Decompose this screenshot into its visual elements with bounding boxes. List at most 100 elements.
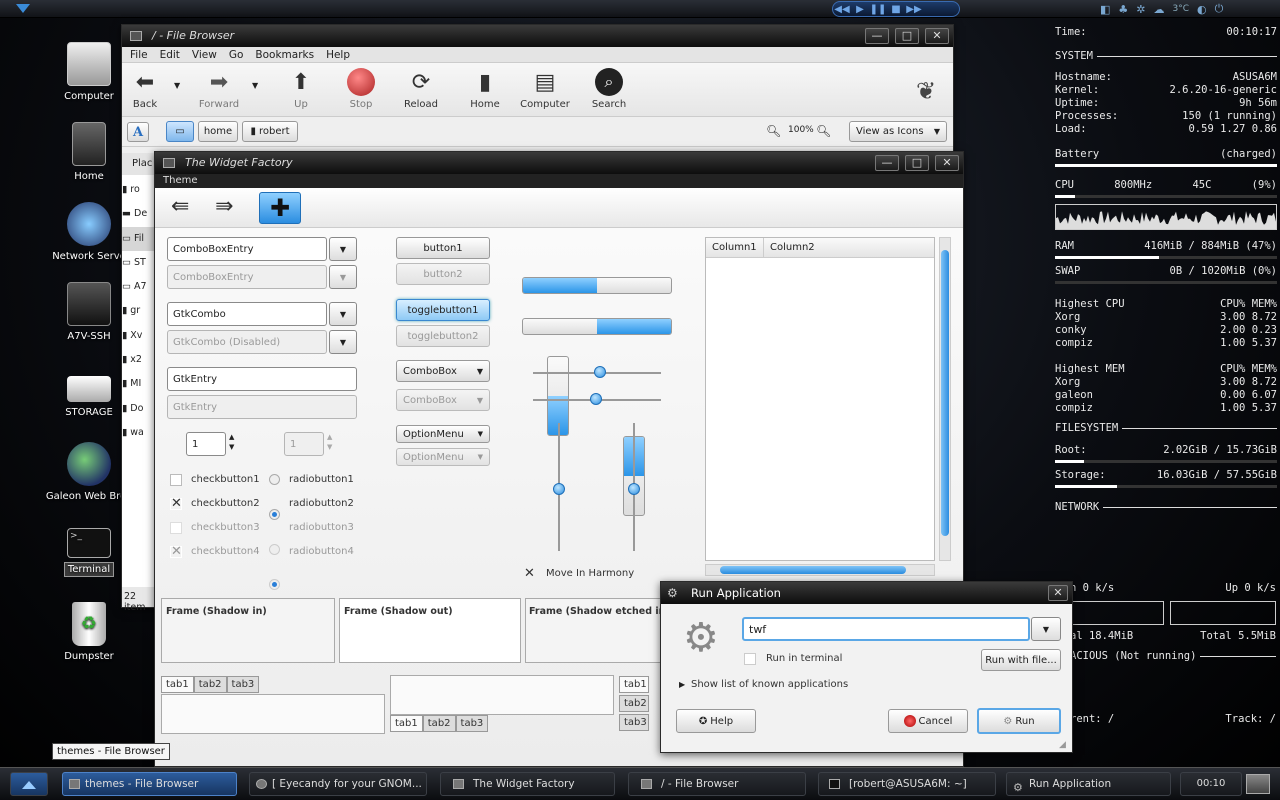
menu-theme[interactable]: Theme: [155, 174, 963, 188]
add-icon[interactable]: ✚: [259, 192, 301, 224]
forward-arrow-icon[interactable]: ⇛: [215, 194, 233, 219]
up-button[interactable]: ⬆ Up: [274, 67, 328, 111]
network-tray-icon[interactable]: ◧: [1100, 3, 1110, 16]
minimize-button[interactable]: —: [865, 28, 889, 44]
gtkentry-field[interactable]: GtkEntry: [167, 367, 357, 391]
place-item[interactable]: ▮ ro: [122, 178, 154, 202]
tab3[interactable]: tab3: [619, 714, 649, 731]
forward-dropdown-icon[interactable]: ▼: [252, 81, 258, 90]
place-item[interactable]: ▭ Fil: [122, 226, 154, 251]
path-root-button[interactable]: ▭: [166, 121, 194, 142]
column2-header[interactable]: Column2: [764, 238, 815, 257]
stop-button[interactable]: Stop: [334, 67, 388, 110]
back-arrow-icon[interactable]: ⇚: [171, 194, 189, 219]
desktop-icon-trash[interactable]: ♻ Dumpster: [41, 602, 137, 663]
close-button[interactable]: ✕: [925, 28, 949, 44]
vscroll-thumb[interactable]: [941, 250, 949, 536]
place-item[interactable]: ▮ wa: [122, 421, 154, 445]
place-item[interactable]: ▮ MI: [122, 372, 154, 396]
forward-button[interactable]: ➡ Forward: [192, 67, 246, 111]
back-button[interactable]: ⬅ Back: [118, 67, 172, 111]
maximize-button[interactable]: □: [895, 28, 919, 44]
place-item[interactable]: ▬ De: [122, 202, 154, 226]
task-terminal[interactable]: [robert@ASUSA6M: ~]: [818, 772, 996, 796]
play-icon[interactable]: ▶: [851, 4, 869, 15]
run-in-terminal-checkbox[interactable]: [744, 653, 756, 665]
resize-grip-icon[interactable]: ◢: [1059, 740, 1066, 750]
task-run-application[interactable]: ⚙ Run Application: [1006, 772, 1171, 796]
hscale-1-knob[interactable]: [594, 366, 606, 378]
maximize-button[interactable]: □: [905, 155, 929, 171]
command-input[interactable]: twf: [742, 617, 1030, 641]
gtkcombo-dropdown[interactable]: ▼: [329, 302, 357, 326]
togglebutton1[interactable]: togglebutton1: [396, 299, 490, 321]
menu-help[interactable]: Help: [326, 47, 350, 62]
clock[interactable]: 00:10: [1180, 772, 1242, 796]
place-item[interactable]: ▮ gr: [122, 299, 154, 323]
path-home-button[interactable]: home: [198, 121, 238, 142]
comboboxentry-field[interactable]: ComboBoxEntry: [167, 237, 327, 261]
column1-header[interactable]: Column1: [706, 238, 764, 257]
file-browser-titlebar[interactable]: / - File Browser — □ ✕: [122, 25, 953, 47]
treeview[interactable]: Column1 Column2: [705, 237, 935, 561]
tab2[interactable]: tab2: [422, 715, 456, 732]
harmony-check-icon[interactable]: ✕: [524, 566, 535, 581]
power-icon[interactable]: ⏻: [1215, 2, 1224, 16]
combobox[interactable]: ComboBox ▼: [396, 360, 490, 382]
vscale-1-knob[interactable]: [553, 483, 565, 495]
expander-arrow-icon[interactable]: ▶: [679, 680, 685, 689]
minimize-button[interactable]: —: [875, 155, 899, 171]
pause-icon[interactable]: ❚❚: [869, 4, 887, 15]
tab1[interactable]: tab1: [161, 676, 194, 693]
comboboxentry-dropdown[interactable]: ▼: [329, 237, 357, 261]
path-robert-button[interactable]: ▮ robert: [242, 121, 298, 142]
vscale-2-knob[interactable]: [628, 483, 640, 495]
gtkcombo-field[interactable]: GtkCombo: [167, 302, 327, 326]
command-history-dropdown[interactable]: ▼: [1031, 617, 1061, 641]
zoom-in-icon[interactable]: 🔍︎: [816, 124, 831, 138]
tree-hscrollbar[interactable]: [705, 564, 935, 576]
optionmenu[interactable]: OptionMenu ▼: [396, 425, 490, 443]
radiobutton1-dot[interactable]: [269, 474, 280, 485]
hscale-2-knob[interactable]: [590, 393, 602, 405]
media-controls[interactable]: ◀◀ ▶ ❚❚ ■ ▶▶: [832, 1, 960, 17]
place-item[interactable]: ▮ Do: [122, 397, 154, 421]
reload-button[interactable]: ⟳ Reload: [394, 67, 448, 111]
spin-button[interactable]: 1: [186, 432, 226, 456]
tab2[interactable]: tab2: [619, 695, 649, 712]
close-button[interactable]: ✕: [935, 155, 959, 171]
back-dropdown-icon[interactable]: ▼: [174, 81, 180, 90]
task-eyecandy[interactable]: [ Eyecandy for your GNOM...: [249, 772, 427, 796]
menu-edit[interactable]: Edit: [160, 47, 180, 62]
view-mode-select[interactable]: View as Icons ▼: [849, 121, 947, 142]
next-icon[interactable]: ▶▶: [905, 4, 923, 15]
run-button[interactable]: ⚙ Run: [977, 708, 1061, 734]
show-known-apps-expander[interactable]: Show list of known applications: [691, 679, 848, 690]
home-button[interactable]: ▮ Home: [458, 67, 512, 111]
task-widget-factory[interactable]: The Widget Factory: [440, 772, 615, 796]
show-desktop-button[interactable]: [10, 772, 48, 796]
place-item[interactable]: ▮ x2: [122, 348, 154, 372]
tab3[interactable]: tab3: [455, 715, 489, 732]
place-item[interactable]: ▭ ST: [122, 251, 154, 275]
spin-arrows-icon[interactable]: ▲ ▼: [229, 432, 234, 452]
stop-icon[interactable]: ■: [887, 4, 905, 15]
run-with-file-button[interactable]: Run with file...: [981, 649, 1061, 671]
task-file-browser[interactable]: / - File Browser: [628, 772, 806, 796]
cancel-button[interactable]: Cancel: [888, 709, 968, 733]
workspace-switcher-icon[interactable]: [1246, 774, 1270, 794]
update-tray-icon[interactable]: ♣: [1118, 3, 1128, 16]
menu-go[interactable]: Go: [229, 47, 244, 62]
zoom-level[interactable]: 100%: [788, 125, 814, 135]
help-button[interactable]: ✪ Help: [676, 709, 756, 733]
button1[interactable]: button1: [396, 237, 490, 259]
tree-vscrollbar[interactable]: [939, 237, 951, 561]
tab3[interactable]: tab3: [226, 676, 260, 693]
menu-file[interactable]: File: [130, 47, 148, 62]
menu-bookmarks[interactable]: Bookmarks: [255, 47, 314, 62]
search-button[interactable]: ⌕ Search: [582, 67, 636, 110]
checkbutton1-box[interactable]: [170, 474, 182, 486]
place-item[interactable]: ▮ Xv: [122, 324, 154, 348]
widget-factory-titlebar[interactable]: The Widget Factory — □ ✕: [155, 152, 963, 174]
weather-icon[interactable]: ☁: [1154, 3, 1165, 16]
